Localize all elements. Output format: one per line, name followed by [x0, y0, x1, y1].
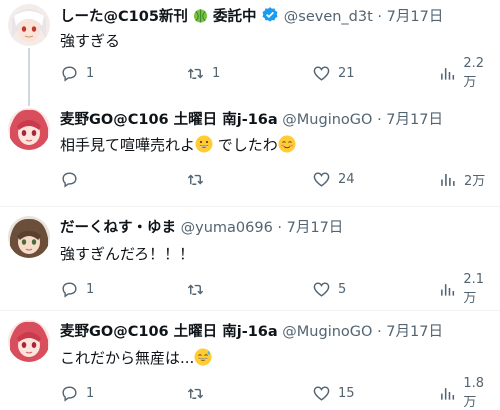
views-icon — [441, 173, 455, 186]
retweet-button[interactable]: 1 — [186, 62, 220, 84]
like-button[interactable]: 21 — [312, 62, 355, 84]
separator-dot: · — [377, 324, 382, 340]
views-button[interactable]: 2.1万 — [438, 272, 496, 306]
display-name[interactable]: 麦野GO@C106 土曜日 南j-16a — [60, 112, 278, 128]
tweet-text: 強すぎる — [60, 32, 121, 50]
avatar[interactable] — [8, 320, 50, 362]
retweet-button[interactable] — [186, 168, 212, 190]
views-count: 2.2万 — [463, 56, 485, 90]
views-count: 2万 — [464, 173, 486, 189]
divider — [0, 206, 500, 207]
tweet-header: だーくねす・ゆま @yuma0696 · 7月17日 — [60, 218, 343, 238]
views-icon — [441, 67, 455, 80]
tweet-text: 強すぎんだろ！！！ — [60, 245, 195, 263]
handle[interactable]: @yuma0696 — [181, 220, 273, 236]
display-name-suffix[interactable]: 委託中 — [213, 9, 257, 25]
retweet-button[interactable] — [186, 278, 212, 300]
views-count: 1.8万 — [463, 376, 485, 410]
timestamp[interactable]: 7月17日 — [386, 324, 443, 340]
like-count: 5 — [338, 281, 347, 297]
like-count: 24 — [338, 171, 355, 187]
reply-button[interactable]: 1 — [60, 62, 94, 84]
views-icon — [441, 283, 455, 296]
retweet-icon — [187, 68, 204, 79]
reply-icon — [62, 281, 77, 298]
views-button[interactable]: 2万 — [438, 168, 485, 190]
display-name[interactable]: だーくねす・ゆま — [60, 220, 176, 236]
display-name[interactable]: しーた@C105新刊 — [60, 9, 188, 25]
heart-icon — [313, 281, 330, 297]
views-count: 2.1万 — [463, 272, 485, 306]
melon-emoji — [188, 9, 213, 25]
handle[interactable]: @MuginoGO — [282, 324, 372, 340]
like-button[interactable]: 24 — [312, 168, 355, 190]
heart-icon — [313, 171, 330, 187]
timestamp[interactable]: 7月17日 — [387, 9, 444, 25]
divider — [0, 310, 500, 311]
tweet-actions: 24 2万 — [60, 168, 496, 190]
handle[interactable]: @seven_d3t — [284, 9, 373, 25]
grinning-sweat-emoji-icon — [194, 348, 212, 366]
handle[interactable]: @MuginoGO — [282, 112, 372, 128]
reply-icon — [62, 385, 77, 402]
reply-count: 1 — [86, 65, 95, 81]
avatar[interactable] — [8, 216, 50, 258]
separator-dot: · — [277, 220, 283, 236]
smiling-blush-emoji-icon — [278, 135, 296, 153]
timestamp[interactable]: 7月17日 — [287, 220, 344, 236]
heart-icon — [313, 385, 330, 401]
like-button[interactable]: 15 — [312, 382, 355, 404]
tweet-header: 麦野GO@C106 土曜日 南j-16a @MuginoGO · 7月17日 — [60, 322, 443, 342]
reply-count: 1 — [86, 281, 95, 297]
tweet-text-part: これだから無産は... — [60, 349, 195, 367]
views-button[interactable]: 2.2万 — [438, 56, 496, 90]
timestamp[interactable]: 7月17日 — [386, 112, 443, 128]
tweet[interactable]: 麦野GO@C106 土曜日 南j-16a @MuginoGO · 7月17日 相… — [0, 104, 500, 198]
like-button[interactable]: 5 — [312, 278, 346, 300]
retweet-icon — [187, 388, 204, 399]
avatar[interactable] — [8, 108, 50, 150]
display-name[interactable]: 麦野GO@C106 土曜日 南j-16a — [60, 324, 278, 340]
retweet-icon — [187, 174, 204, 185]
tweet-header: 麦野GO@C106 土曜日 南j-16a @MuginoGO · 7月17日 — [60, 110, 443, 130]
reply-icon — [62, 171, 77, 188]
like-count: 21 — [338, 65, 355, 81]
views-icon — [441, 387, 455, 400]
heart-icon — [313, 65, 330, 81]
views-button[interactable]: 1.8万 — [438, 376, 496, 410]
separator-dot: · — [377, 112, 382, 128]
tweet-text-part: 相手見て喧嘩売れよ — [60, 136, 196, 154]
tweet[interactable]: だーくねす・ゆま @yuma0696 · 7月17日 強すぎんだろ！！！ 1 5… — [0, 212, 500, 308]
grinning-emoji-icon — [195, 135, 213, 153]
tweet-actions: 1 5 2.1万 — [60, 272, 496, 306]
tweet-header: しーた@C105新刊 委託中 @seven_d3t · 7月17日 — [60, 6, 443, 30]
separator-dot: · — [377, 9, 383, 25]
tweet-actions: 1 15 1.8万 — [60, 376, 496, 410]
retweet-icon — [187, 284, 204, 295]
verified-badge-icon — [261, 6, 279, 30]
reply-button[interactable]: 1 — [60, 382, 94, 404]
retweet-count: 1 — [212, 65, 221, 81]
tweet-actions: 1 1 21 2.2万 — [60, 56, 496, 90]
tweet-text: これだから無産は... — [60, 347, 212, 369]
tweet-feed: しーた@C105新刊 委託中 @seven_d3t · 7月17日 強すぎる 1… — [0, 0, 500, 410]
reply-button[interactable] — [60, 168, 86, 190]
reply-button[interactable]: 1 — [60, 278, 94, 300]
reply-icon — [62, 65, 77, 82]
reply-count: 1 — [86, 385, 95, 401]
retweet-button[interactable] — [186, 382, 212, 404]
tweet[interactable]: 麦野GO@C106 土曜日 南j-16a @MuginoGO · 7月17日 こ… — [0, 316, 500, 410]
avatar[interactable] — [8, 4, 50, 46]
like-count: 15 — [338, 385, 355, 401]
tweet[interactable]: しーた@C105新刊 委託中 @seven_d3t · 7月17日 強すぎる 1… — [0, 0, 500, 100]
tweet-text-part: でしたわ — [217, 136, 278, 154]
tweet-text: 相手見て喧嘩売れよ でしたわ — [60, 134, 296, 156]
